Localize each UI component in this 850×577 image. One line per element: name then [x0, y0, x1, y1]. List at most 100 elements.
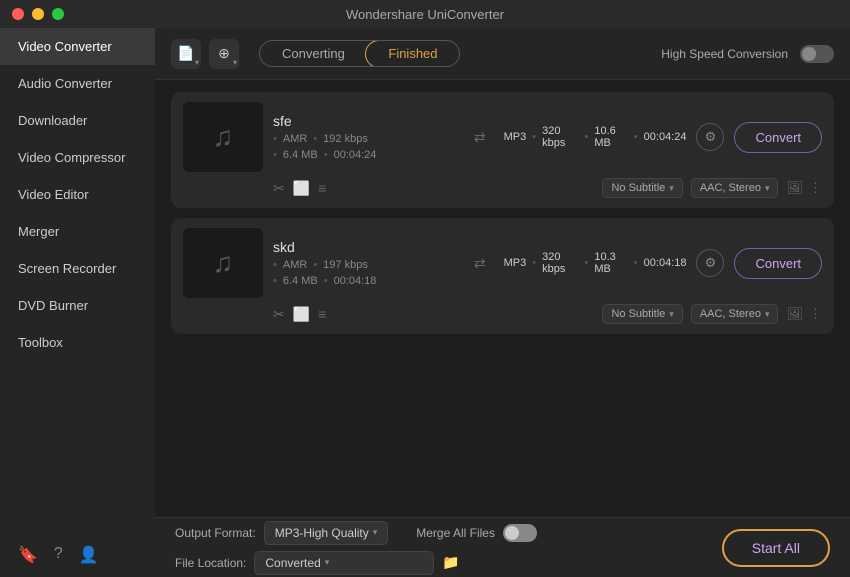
image-icon-0[interactable]: 🖼	[786, 180, 803, 196]
output-format-label: Output Format:	[175, 526, 256, 540]
help-icon[interactable]: ?	[54, 545, 63, 565]
topbar-icons: 📄 ⊕	[171, 39, 239, 69]
effects-icon-1[interactable]: ≡	[318, 306, 326, 322]
out-duration-1: 00:04:18	[644, 257, 687, 269]
subtitle-caret-1: ▾	[669, 309, 674, 320]
bottombar: Output Format: MP3-High Quality ▾ Merge …	[155, 517, 850, 577]
src-size-0: 6.4 MB	[283, 149, 318, 161]
account-icon[interactable]: 👤	[79, 545, 99, 565]
out-size-1: 10.3 MB	[594, 251, 627, 275]
tab-finished[interactable]: Finished	[365, 40, 460, 67]
settings-button-0[interactable]: ⚙	[696, 123, 724, 151]
sidebar-item-merger[interactable]: Merger	[0, 213, 155, 250]
bottom-right: Start All	[722, 529, 830, 567]
arrow-right-icon-1: ⇄	[474, 255, 486, 272]
music-icon-1: ♫	[213, 247, 234, 279]
output-info-1: MP3 • 320 kbps • 10.3 MB • 00:04:18	[504, 251, 687, 275]
minimize-button[interactable]	[32, 8, 44, 20]
card-extra-icons-0: 🖼 ⋮	[786, 180, 822, 196]
app-body: Video Converter Audio Converter Download…	[0, 28, 850, 577]
output-info-0: MP3 • 320 kbps • 10.6 MB • 00:04:24	[504, 125, 687, 149]
file-location-select[interactable]: Converted ▾	[254, 551, 434, 575]
titlebar: Wondershare UniConverter	[0, 0, 850, 28]
file-location-caret: ▾	[325, 557, 330, 568]
bottom-fields: Output Format: MP3-High Quality ▾ Merge …	[175, 521, 537, 575]
file-name-1: skd	[273, 239, 456, 255]
more-icon-1[interactable]: ⋮	[809, 306, 822, 322]
audio-label-0: AAC, Stereo	[700, 182, 761, 194]
cut-icon-0[interactable]: ✂	[273, 180, 285, 197]
card-extra-icons-1: 🖼 ⋮	[786, 306, 822, 322]
add-more-button[interactable]: ⊕	[209, 39, 239, 69]
more-icon-0[interactable]: ⋮	[809, 180, 822, 196]
add-file-button[interactable]: 📄	[171, 39, 201, 69]
sidebar: Video Converter Audio Converter Download…	[0, 28, 155, 577]
file-location-label: File Location:	[175, 556, 246, 570]
out-duration-0: 00:04:24	[644, 131, 687, 143]
src-bitrate-1: 197 kbps	[323, 259, 368, 271]
audio-caret-1: ▾	[765, 309, 770, 320]
audio-select-0[interactable]: AAC, Stereo ▾	[691, 178, 779, 198]
file-meta-src-size-1: • 6.4 MB • 00:04:18	[273, 275, 456, 287]
add-file-icon: 📄	[177, 45, 194, 62]
add-icon: ⊕	[218, 45, 230, 62]
sidebar-item-downloader[interactable]: Downloader	[0, 102, 155, 139]
audio-label-1: AAC, Stereo	[700, 308, 761, 320]
app-title: Wondershare UniConverter	[72, 7, 778, 22]
src-format-1: AMR	[283, 259, 307, 271]
crop-icon-0[interactable]: ⬜	[293, 180, 310, 197]
tab-group: Converting Finished	[259, 40, 460, 67]
audio-caret-0: ▾	[765, 183, 770, 194]
file-meta-src-1: • AMR • 197 kbps	[273, 259, 456, 271]
convert-button-1[interactable]: Convert	[734, 248, 822, 279]
high-speed-toggle[interactable]	[800, 45, 834, 63]
settings-button-1[interactable]: ⚙	[696, 249, 724, 277]
arrow-right-icon: ⇄	[474, 129, 486, 146]
file-meta-src-size-0: • 6.4 MB • 00:04:24	[273, 149, 456, 161]
src-format-0: AMR	[283, 133, 307, 145]
merge-label: Merge All Files	[416, 526, 495, 540]
convert-button-0[interactable]: Convert	[734, 122, 822, 153]
maximize-button[interactable]	[52, 8, 64, 20]
main-content: 📄 ⊕ Converting Finished High Speed Conve…	[155, 28, 850, 577]
sidebar-item-screen-recorder[interactable]: Screen Recorder	[0, 250, 155, 287]
sidebar-item-video-compressor[interactable]: Video Compressor	[0, 139, 155, 176]
file-card-top-0: ♫ sfe • AMR • 192 kbps • 6.4 MB	[183, 102, 822, 172]
file-info-0: sfe • AMR • 192 kbps • 6.4 MB • 00:04:24	[273, 113, 456, 161]
sidebar-item-video-converter[interactable]: Video Converter	[0, 28, 155, 65]
output-format-select[interactable]: MP3-High Quality ▾	[264, 521, 389, 545]
merge-toggle[interactable]	[503, 524, 537, 542]
folder-icon[interactable]: 📁	[442, 554, 459, 571]
file-location-value: Converted	[265, 556, 320, 570]
sidebar-item-video-editor[interactable]: Video Editor	[0, 176, 155, 213]
file-meta-src-0: • AMR • 192 kbps	[273, 133, 456, 145]
image-icon-1[interactable]: 🖼	[786, 306, 803, 322]
out-bitrate-1: 320 kbps	[542, 251, 578, 275]
subtitle-select-1[interactable]: No Subtitle ▾	[602, 304, 682, 324]
audio-select-1[interactable]: AAC, Stereo ▾	[691, 304, 779, 324]
file-card-1: ♫ skd • AMR • 197 kbps • 6.4 MB	[171, 218, 834, 334]
sidebar-item-dvd-burner[interactable]: DVD Burner	[0, 287, 155, 324]
sidebar-item-toolbox[interactable]: Toolbox	[0, 324, 155, 361]
file-card-bottom-1: ✂ ⬜ ≡ No Subtitle ▾ AAC, Stereo ▾ 🖼 ⋮	[183, 304, 822, 324]
src-size-1: 6.4 MB	[283, 275, 318, 287]
topbar: 📄 ⊕ Converting Finished High Speed Conve…	[155, 28, 850, 80]
high-speed-label: High Speed Conversion	[661, 47, 788, 61]
file-list: ♫ sfe • AMR • 192 kbps • 6.4 MB	[155, 80, 850, 517]
subtitle-select-0[interactable]: No Subtitle ▾	[602, 178, 682, 198]
start-all-button[interactable]: Start All	[722, 529, 830, 567]
crop-icon-1[interactable]: ⬜	[293, 306, 310, 323]
file-location-field: File Location: Converted ▾ 📁	[175, 551, 537, 575]
effects-icon-0[interactable]: ≡	[318, 180, 326, 196]
file-card-0: ♫ sfe • AMR • 192 kbps • 6.4 MB	[171, 92, 834, 208]
src-duration-1: 00:04:18	[334, 275, 377, 287]
tab-converting[interactable]: Converting	[260, 41, 367, 66]
sidebar-item-audio-converter[interactable]: Audio Converter	[0, 65, 155, 102]
output-format-caret: ▾	[373, 527, 378, 538]
out-format-1: MP3	[504, 257, 527, 269]
cut-icon-1[interactable]: ✂	[273, 306, 285, 323]
bookmarks-icon[interactable]: 🔖	[18, 545, 38, 565]
close-button[interactable]	[12, 8, 24, 20]
subtitle-caret-0: ▾	[669, 183, 674, 194]
file-thumbnail-1: ♫	[183, 228, 263, 298]
